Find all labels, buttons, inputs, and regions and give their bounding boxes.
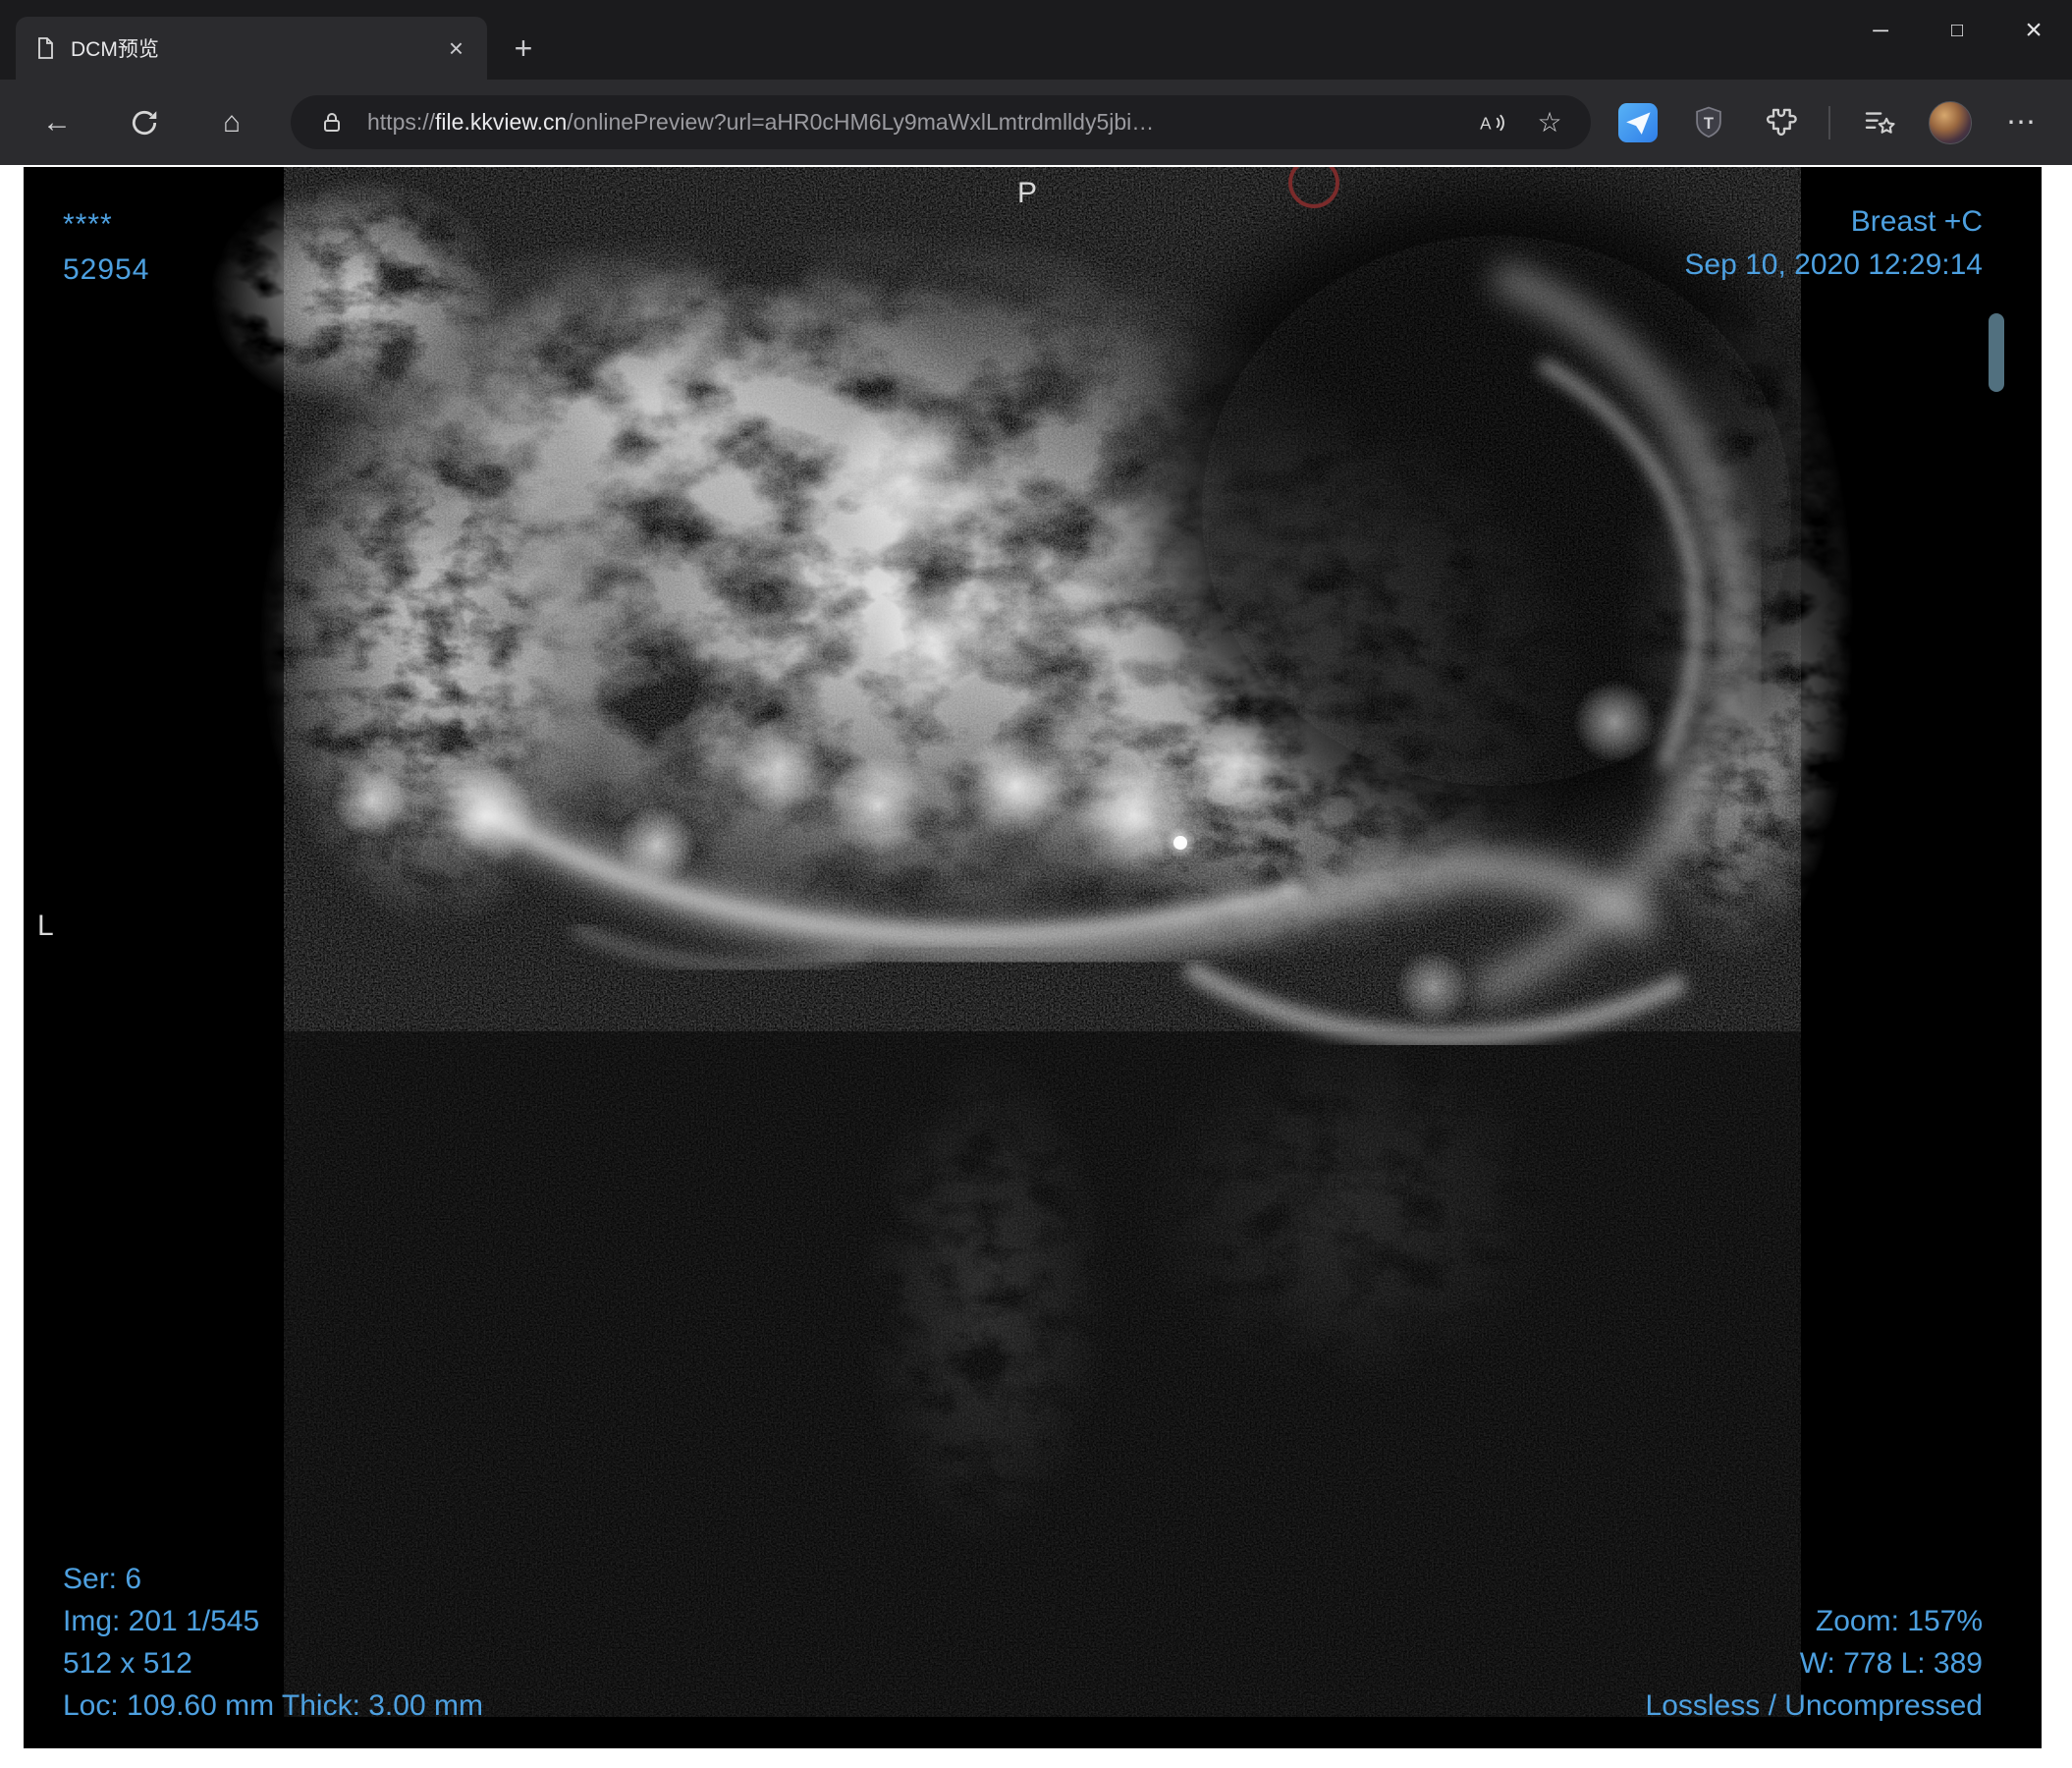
study-datetime: Sep 10, 2020 12:29:14 [1684,249,1983,281]
url-text[interactable]: https://file.kkview.cn/onlinePreview?url… [367,109,1457,136]
favorite-star-icon[interactable]: ☆ [1528,101,1571,144]
patient-number: 52954 [63,253,150,286]
mri-image [24,167,2042,1748]
address-bar[interactable]: https://file.kkview.cn/onlinePreview?url… [291,95,1591,149]
extension-blue-icon[interactable] [1616,101,1660,144]
tab-close-icon[interactable]: × [443,33,469,63]
browser-tab[interactable]: DCM预览 × [16,17,487,80]
window-minimize-button[interactable]: ─ [1842,0,1919,61]
compression-info: Lossless / Uncompressed [1645,1689,1983,1722]
slice-location: Loc: 109.60 mm Thick: 3.00 mm [63,1689,483,1722]
page-favicon-icon [33,36,57,60]
window-maximize-button[interactable]: □ [1919,0,1995,61]
series-info-overlay: Ser: 6 Img: 201 1/545 512 x 512 Loc: 109… [63,1558,483,1727]
extension-shield-icon[interactable]: T [1687,101,1730,144]
zoom-level: Zoom: 157% [1815,1605,1983,1637]
extensions-puzzle-icon[interactable] [1758,101,1801,144]
window-controls: ─ □ × [1842,0,2072,61]
tab-title: DCM预览 [71,38,159,61]
patient-id-masked: **** [63,208,113,241]
orientation-marker-posterior: P [1017,177,1038,209]
url-path: /onlinePreview?url=aHR0cHM6Ly9maWxlLmtrd… [567,109,1155,135]
settings-more-icon[interactable]: ⋯ [1999,101,2043,144]
viewer-scrollbar-thumb[interactable] [1989,313,2004,392]
dicom-canvas[interactable]: **** 52954 P L Breast +C Sep 10, 2020 12… [24,167,2042,1748]
back-button[interactable]: ← [31,97,82,148]
browser-window: DCM预览 × + ─ □ × ← ⌂ https://file.kkview.… [0,0,2072,1768]
image-number: Img: 201 1/545 [63,1605,260,1637]
tab-strip: DCM预览 × + ─ □ × [0,0,2072,80]
series-number: Ser: 6 [63,1563,142,1595]
window-close-button[interactable]: × [1995,0,2072,61]
window-level: W: 778 L: 389 [1799,1647,1983,1680]
svg-text:A: A [1480,113,1492,133]
browser-toolbar: ← ⌂ https://file.kkview.cn/onlinePreview… [0,80,2072,165]
toolbar-divider [1828,105,1830,139]
study-info-overlay: Breast +C Sep 10, 2020 12:29:14 [1684,200,1983,287]
url-domain: file.kkview.cn [435,109,568,135]
display-info-overlay: Zoom: 157% W: 778 L: 389 Lossless / Unco… [1646,1600,1983,1727]
image-matrix: 512 x 512 [63,1647,192,1680]
refresh-button[interactable] [119,97,170,148]
url-scheme: https:// [367,109,436,135]
favorites-hub-icon[interactable] [1858,101,1901,144]
new-tab-button[interactable]: + [503,28,544,69]
lock-icon [310,101,354,144]
home-button[interactable]: ⌂ [206,97,257,148]
read-aloud-icon[interactable]: A [1471,101,1514,144]
study-description: Breast +C [1850,205,1983,238]
orientation-marker-left: L [37,910,54,942]
svg-text:T: T [1704,113,1714,132]
patient-info-overlay: **** 52954 [63,202,149,293]
preview-page: **** 52954 P L Breast +C Sep 10, 2020 12… [0,165,2072,1768]
profile-avatar[interactable] [1929,100,1972,144]
